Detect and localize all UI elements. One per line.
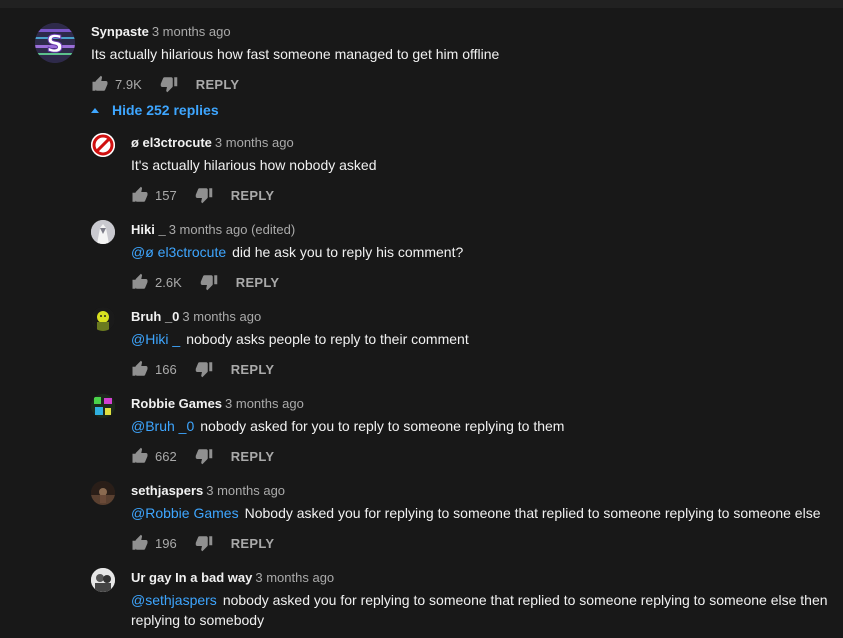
comment-text: @Robbie Games Nobody asked you for replyi… — [131, 503, 831, 523]
hide-replies-button[interactable]: Hide 252 replies — [91, 102, 219, 118]
comment-header: Synpaste 3 months ago — [91, 24, 231, 39]
timestamp[interactable]: 3 months ago — [182, 309, 261, 324]
svg-text:S: S — [46, 30, 63, 58]
author-name[interactable]: Robbie Games — [131, 396, 222, 411]
author-name[interactable]: ø el3ctrocute — [131, 135, 212, 150]
mention-link[interactable]: @Robbie Games — [131, 505, 239, 521]
comment-actions: 166 REPLY — [131, 358, 274, 380]
timestamp[interactable]: 3 months ago — [255, 570, 334, 585]
reply-button[interactable]: REPLY — [231, 536, 275, 551]
avatar[interactable] — [91, 481, 115, 505]
avatar[interactable] — [91, 568, 115, 592]
comment-text: Its actually hilarious how fast someone … — [91, 46, 500, 62]
thumbs-up-icon[interactable] — [131, 360, 149, 378]
timestamp[interactable]: 3 months ago — [225, 396, 304, 411]
thumbs-down-icon[interactable] — [195, 186, 213, 204]
timestamp[interactable]: 3 months ago — [215, 135, 294, 150]
avatar[interactable] — [91, 133, 115, 157]
mention-link[interactable]: @Hiki _ — [131, 331, 180, 347]
like-count: 166 — [155, 361, 177, 377]
avatar[interactable] — [91, 394, 115, 418]
comment-header: sethjaspers 3 months ago — [131, 483, 285, 498]
comment-actions: 196 REPLY — [131, 532, 274, 554]
top-divider — [0, 0, 843, 8]
hide-replies-label: Hide 252 replies — [112, 102, 219, 118]
reply-button[interactable]: REPLY — [236, 275, 280, 290]
comment-header: Robbie Games 3 months ago — [131, 396, 304, 411]
comment-actions: 662 REPLY — [131, 445, 274, 467]
like-count: 662 — [155, 448, 177, 464]
mention-link[interactable]: @sethjaspers — [131, 592, 217, 608]
comment-text: @Bruh _0 nobody asked for you to reply to… — [131, 416, 831, 436]
timestamp[interactable]: 3 months ago — [206, 483, 285, 498]
thumbs-down-icon[interactable] — [160, 75, 178, 93]
reply-button[interactable]: REPLY — [231, 449, 275, 464]
thumbs-up-icon[interactable] — [131, 447, 149, 465]
caret-up-icon — [91, 107, 99, 113]
avatar[interactable] — [91, 307, 115, 331]
author-name[interactable]: Bruh _0 — [131, 309, 179, 324]
comment-text: @Hiki _ nobody asks people to reply to th… — [131, 329, 831, 349]
comment-body: nobody asks people to reply to their com… — [186, 331, 469, 347]
thumbs-up-icon[interactable] — [91, 75, 109, 93]
avatar[interactable] — [91, 220, 115, 244]
like-count: 157 — [155, 187, 177, 203]
thumbs-up-icon[interactable] — [131, 534, 149, 552]
comment-body: nobody asked for you to reply to someone… — [200, 418, 565, 434]
like-count: 196 — [155, 535, 177, 551]
mention-link[interactable]: @ø el3ctrocute — [131, 244, 226, 260]
comment-text: @ø el3ctrocute did he ask you to reply hi… — [131, 242, 831, 262]
comment-body: nobody asked you for replying to someone… — [131, 592, 828, 628]
reply-button[interactable]: REPLY — [231, 362, 275, 377]
thumbs-down-icon[interactable] — [195, 360, 213, 378]
comment-body: It's actually hilarious how nobody asked — [131, 157, 377, 173]
author-name[interactable]: Ur gay In a bad way — [131, 570, 252, 585]
comment-header: Bruh _0 3 months ago — [131, 309, 261, 324]
thumbs-down-icon[interactable] — [200, 273, 218, 291]
comment-body: Nobody asked you for replying to someone… — [244, 505, 821, 521]
like-count: 2.6K — [155, 274, 182, 290]
reply-button[interactable]: REPLY — [196, 77, 240, 92]
comment-actions: 157 REPLY — [131, 184, 274, 206]
comment-header: Hiki _ 3 months ago (edited) — [131, 222, 295, 237]
mention-link[interactable]: @Bruh _0 — [131, 418, 194, 434]
comment-actions: 2.6K REPLY — [131, 271, 279, 293]
comment-text: @sethjaspers nobody asked you for replyin… — [131, 590, 831, 630]
comment-header: Ur gay In a bad way 3 months ago — [131, 570, 334, 585]
thumbs-down-icon[interactable] — [195, 447, 213, 465]
thumbs-up-icon[interactable] — [131, 273, 149, 291]
comment-text: It's actually hilarious how nobody asked — [131, 155, 831, 175]
like-count: 7.9K — [115, 76, 142, 92]
comment-actions: 7.9K REPLY — [91, 73, 239, 95]
author-name[interactable]: sethjaspers — [131, 483, 203, 498]
thumbs-down-icon[interactable] — [195, 534, 213, 552]
comment-body: did he ask you to reply his comment? — [232, 244, 464, 260]
avatar[interactable]: S — [35, 23, 75, 63]
timestamp[interactable]: 3 months ago — [152, 24, 231, 39]
thumbs-up-icon[interactable] — [131, 186, 149, 204]
comment-header: ø el3ctrocute 3 months ago — [131, 135, 294, 150]
timestamp[interactable]: 3 months ago (edited) — [169, 222, 295, 237]
author-name[interactable]: Hiki _ — [131, 222, 166, 237]
reply-button[interactable]: REPLY — [231, 188, 275, 203]
author-name[interactable]: Synpaste — [91, 24, 149, 39]
